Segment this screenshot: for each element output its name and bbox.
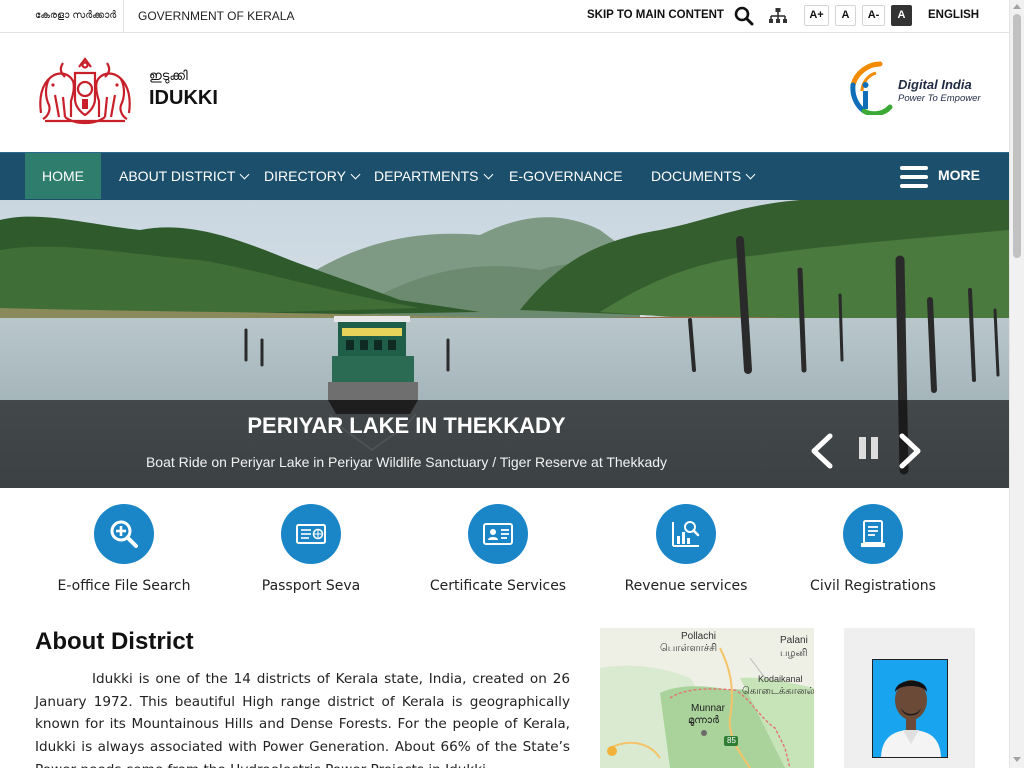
skip-to-main-content-link[interactable]: SKIP TO MAIN CONTENT [587, 9, 724, 21]
nav-about-district-label: ABOUT DISTRICT [119, 168, 236, 184]
nav-directory[interactable]: DIRECTORY [264, 153, 361, 199]
chevron-down-icon [350, 169, 361, 180]
map-label-pollachi: Pollachi [681, 631, 717, 642]
kerala-emblem-logo[interactable] [35, 55, 135, 125]
slide-subtitle: Boat Ride on Periyar Lake in Periyar Wil… [145, 454, 668, 470]
site-name-malayalam: ഇടുക്കി [149, 69, 188, 84]
service-e-office-file-search[interactable]: E-office File Search [34, 504, 214, 594]
service-label: Civil Registrations [810, 578, 936, 594]
nav-documents-label: DOCUMENTS [651, 168, 742, 184]
hamburger-menu-icon [900, 166, 928, 188]
search-icon[interactable] [734, 6, 754, 26]
map-label-palani: Palani [780, 635, 808, 646]
id-card-icon [468, 504, 528, 564]
page: കേരളാ സർക്കാർ GOVERNMENT OF KERALA SKIP … [0, 0, 1024, 768]
site-name[interactable]: IDUKKI [149, 87, 218, 110]
hero-slider: PERIYAR LAKE IN THEKKADY Boat Ride on Pe… [0, 200, 1009, 488]
main-navigation: HOME ABOUT DISTRICT DIRECTORY DEPARTMENT… [0, 152, 1009, 200]
font-decrease-button[interactable]: A- [862, 5, 885, 26]
top-utility-bar: കേരളാ സർക്കാർ GOVERNMENT OF KERALA SKIP … [0, 0, 1009, 33]
nav-about-district[interactable]: ABOUT DISTRICT [119, 153, 250, 199]
map-road-number: 85 [727, 736, 736, 745]
collector-photo [872, 659, 948, 758]
chevron-down-icon [483, 169, 493, 180]
government-link[interactable]: GOVERNMENT OF KERALA [138, 9, 294, 23]
scroll-down-icon[interactable] [1013, 757, 1021, 762]
map-label-kodaikanal-tamil: கொடைக்கானல் [742, 686, 814, 697]
font-increase-button[interactable]: A+ [804, 5, 829, 26]
more-menu-label: MORE [938, 167, 980, 183]
search-plus-icon [94, 504, 154, 564]
nav-departments[interactable]: DEPARTMENTS [374, 153, 493, 199]
about-district-text: Idukki is one of the 14 districts of Ker… [35, 671, 570, 768]
service-civil-registrations[interactable]: Civil Registrations [783, 504, 963, 594]
sitemap-icon[interactable] [768, 6, 788, 26]
digital-india-title: Digital India [898, 77, 972, 92]
chevron-down-icon [745, 169, 756, 180]
service-label: Certificate Services [429, 578, 567, 594]
font-normal-button[interactable]: A [835, 5, 856, 26]
about-district-heading: About District [35, 628, 194, 655]
district-map[interactable]: Pollachi பொள்ளாச்சி Palani பழனி Kodaikan… [600, 628, 814, 768]
map-label-munnar: Munnar [691, 703, 725, 714]
passport-card-icon [281, 504, 341, 564]
scroll-up-icon[interactable] [1013, 4, 1021, 9]
pause-slide-icon[interactable] [858, 436, 880, 460]
nav-documents[interactable]: DOCUMENTS [651, 153, 756, 199]
site-header: ഇടുക്കി IDUKKI Digital India Power To Em… [0, 33, 1009, 152]
high-contrast-button[interactable]: A [891, 5, 912, 26]
chevron-down-icon [239, 169, 250, 180]
district-collector-card [844, 628, 975, 768]
revenue-chart-icon [656, 504, 716, 564]
nav-e-governance[interactable]: E-GOVERNANCE [509, 153, 623, 199]
page-scrollbar[interactable] [1009, 0, 1024, 768]
language-selector[interactable]: ENGLISH [928, 9, 979, 21]
nav-directory-label: DIRECTORY [264, 168, 346, 184]
service-passport-seva[interactable]: Passport Seva [221, 504, 401, 594]
next-slide-icon[interactable] [898, 433, 924, 469]
registration-document-icon [843, 504, 903, 564]
nav-departments-label: DEPARTMENTS [374, 168, 479, 184]
map-label-munnar-malayalam: മൂന്നാർ [688, 715, 719, 726]
state-name-malayalam: കേരളാ സർക്കാർ [35, 10, 117, 21]
previous-slide-icon[interactable] [808, 433, 834, 469]
slide-caption: PERIYAR LAKE IN THEKKADY Boat Ride on Pe… [0, 400, 1009, 488]
nav-e-governance-label: E-GOVERNANCE [509, 168, 623, 184]
quick-services: E-office File Search Passport Seva Certi… [0, 488, 1009, 618]
service-certificate-services[interactable]: Certificate Services [408, 504, 588, 594]
service-label: Revenue services [624, 578, 748, 594]
map-label-palani-tamil: பழனி [780, 648, 808, 659]
digital-india-tagline: Power To Empower [898, 93, 981, 104]
divider [123, 0, 124, 32]
scrollbar-thumb[interactable] [1013, 14, 1021, 258]
map-label-pollachi-tamil: பொள்ளாச்சி [660, 643, 718, 654]
service-label: E-office File Search [57, 578, 191, 594]
slide-title: PERIYAR LAKE IN THEKKADY [247, 413, 566, 438]
nav-home-label: HOME [42, 168, 84, 184]
nav-home[interactable]: HOME [25, 153, 101, 199]
map-label-kodaikanal: Kodaikanal [758, 674, 803, 684]
service-revenue-services[interactable]: Revenue services [596, 504, 776, 594]
service-label: Passport Seva [261, 578, 361, 594]
